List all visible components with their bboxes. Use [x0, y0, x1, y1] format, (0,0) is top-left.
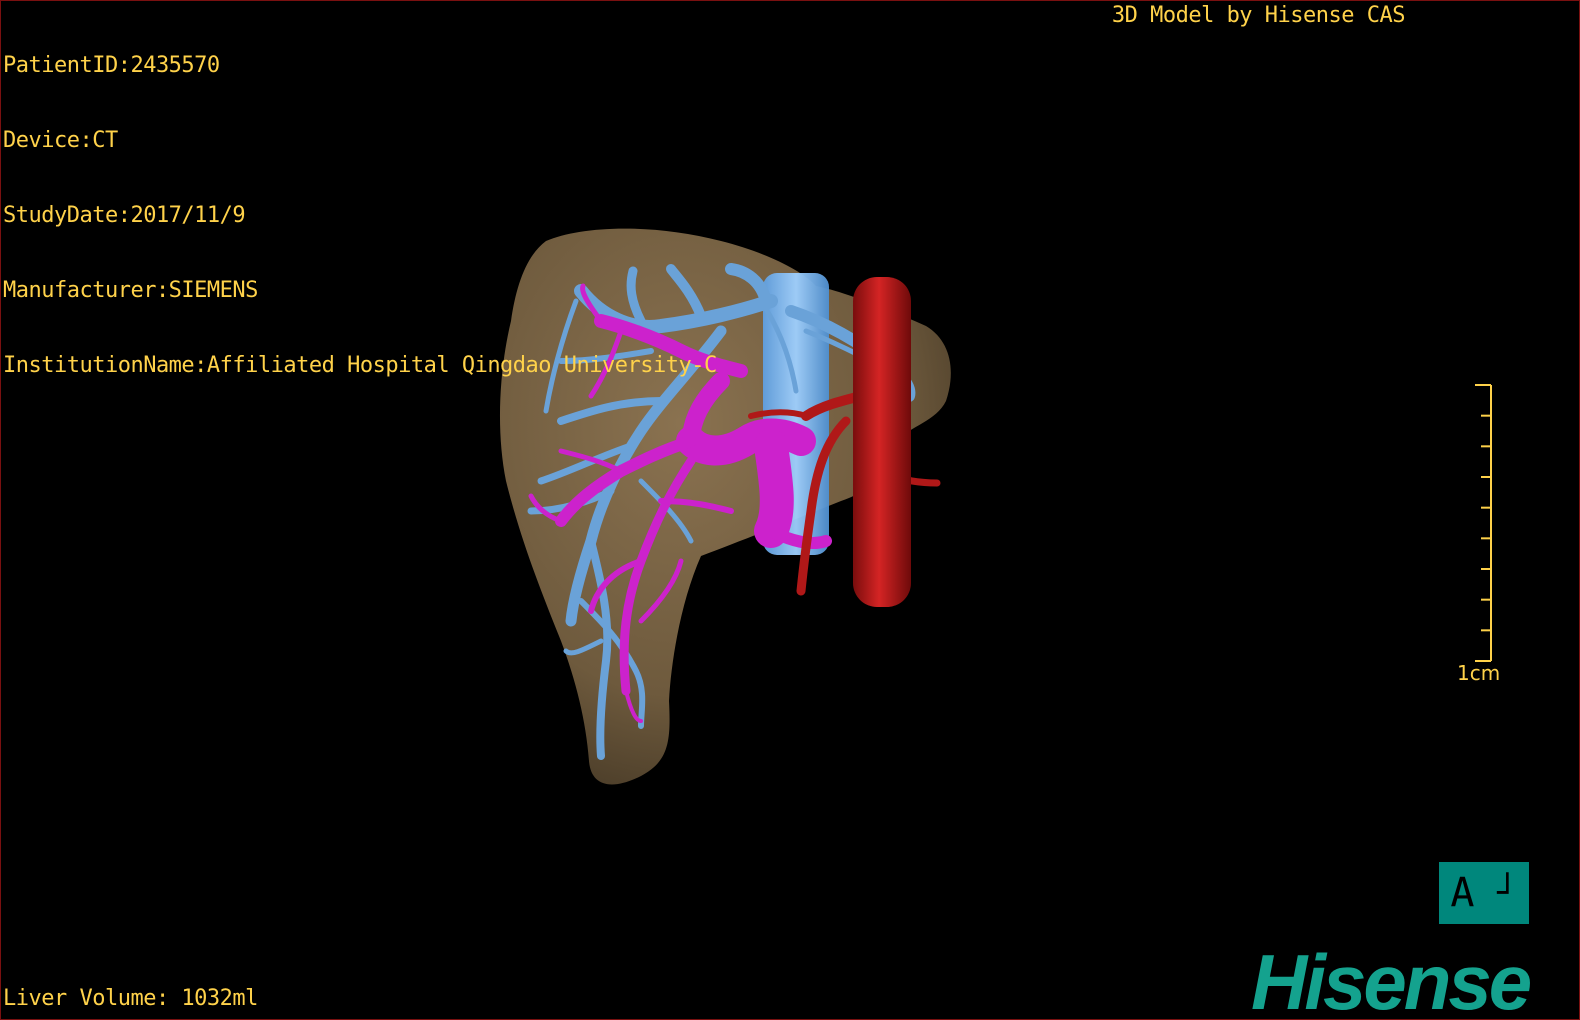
- study-date: StudyDate:2017/11/9: [3, 203, 246, 228]
- hisense-logo: Hisense: [1251, 938, 1532, 1020]
- orientation-cube[interactable]: A ┘: [1439, 862, 1529, 924]
- scale-bar: [1475, 384, 1492, 662]
- manufacturer: Manufacturer:SIEMENS: [3, 278, 258, 303]
- patient-info-overlay: PatientID:2435570 Device:CT StudyDate:20…: [3, 3, 717, 428]
- model-credit: 3D Model by Hisense CAS: [1111, 3, 1406, 28]
- patient-id: PatientID:2435570: [3, 53, 220, 78]
- institution-name: InstitutionName:Affiliated Hospital Qing…: [3, 353, 717, 378]
- aorta: [853, 277, 911, 607]
- liver-volume: Liver Volume: 1032ml: [3, 986, 258, 1011]
- scale-label: 1cm: [1457, 661, 1501, 685]
- 3d-viewer[interactable]: PatientID:2435570 Device:CT StudyDate:20…: [0, 0, 1580, 1020]
- orientation-marker-icon: ┘: [1497, 873, 1518, 913]
- orientation-label: A: [1450, 870, 1475, 916]
- device: Device:CT: [3, 128, 118, 153]
